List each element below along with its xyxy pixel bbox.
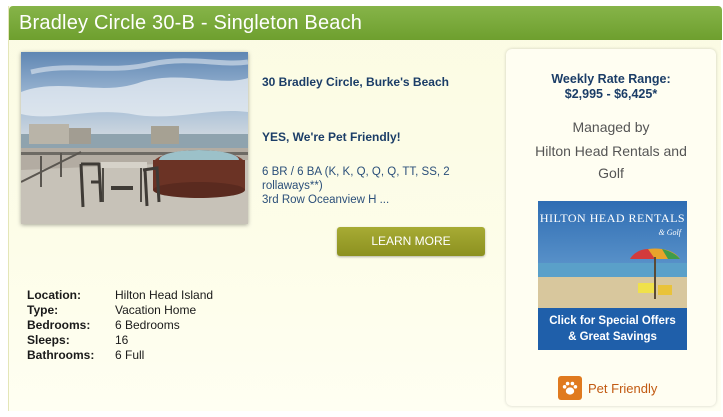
special-offers-ad[interactable]: HILTON HEAD RENTALS & Golf Click for Spe…: [538, 201, 687, 350]
pet-friendly-label: Pet Friendly: [588, 380, 658, 396]
ad-cta-line: & Great Savings: [568, 331, 657, 343]
rate-range-value: $2,995 - $6,425*: [564, 87, 658, 101]
property-address: 30 Bradley Circle, Burke's Beach: [262, 75, 449, 89]
ad-brand-sub: & Golf: [658, 228, 681, 237]
listing-title[interactable]: Bradley Circle 30-B - Singleton Beach: [19, 12, 362, 35]
detail-value: 6 Full: [115, 348, 145, 362]
detail-value: 6 Bedrooms: [115, 318, 180, 332]
pet-friendly-notice: YES, We're Pet Friendly!: [262, 130, 401, 144]
pet-friendly-link[interactable]: Pet Friendly: [558, 376, 657, 400]
property-details: Location: Hilton Head Island Type: Vacatio…: [27, 288, 213, 363]
detail-row-location: Location: Hilton Head Island: [27, 288, 213, 303]
property-photo[interactable]: [21, 52, 248, 224]
detail-label: Location:: [27, 288, 81, 302]
detail-row-type: Type: Vacation Home: [27, 303, 213, 318]
manager-name-line: Golf: [598, 165, 624, 181]
description-line: 3rd Row Oceanview H ...: [262, 194, 390, 206]
description-line: rollaways**): [262, 180, 323, 192]
detail-label: Bedrooms:: [27, 318, 91, 332]
ad-brand-name: HILTON HEAD RENTALS: [539, 211, 686, 225]
detail-label: Sleeps:: [27, 333, 70, 347]
manager-name: Hilton Head Rentals and Golf: [506, 140, 716, 184]
detail-row-bathrooms: Bathrooms: 6 Full: [27, 348, 213, 363]
detail-value: Hilton Head Island: [115, 288, 214, 302]
rate-range-title: Weekly Rate Range:: [551, 72, 671, 86]
listing-card: Bradley Circle 30-B - Singleton Beach 30…: [8, 6, 722, 411]
title-bar: Bradley Circle 30-B - Singleton Beach: [9, 6, 722, 40]
rooftop-deck-image: [21, 52, 248, 224]
property-description: 6 BR / 6 BA (K, K, Q, Q, Q, TT, SS, 2 ro…: [262, 165, 498, 207]
rate-sidebar: Weekly Rate Range: $2,995 - $6,425* Mana…: [506, 49, 716, 406]
manager-name-line: Hilton Head Rentals and: [535, 143, 687, 159]
detail-value: 16: [115, 333, 129, 347]
detail-row-bedrooms: Bedrooms: 6 Bedrooms: [27, 318, 213, 333]
detail-label: Bathrooms:: [27, 348, 95, 362]
detail-value: Vacation Home: [115, 303, 197, 317]
detail-label: Type:: [27, 303, 59, 317]
ad-cta[interactable]: Click for Special Offers & Great Savings: [538, 308, 687, 350]
ad-cta-line: Click for Special Offers: [549, 315, 676, 327]
detail-row-sleeps: Sleeps: 16: [27, 333, 213, 348]
description-line: 6 BR / 6 BA (K, K, Q, Q, Q, TT, SS, 2: [262, 166, 450, 178]
managed-by-label: Managed by: [572, 119, 650, 135]
paw-icon: [558, 376, 582, 400]
learn-more-button[interactable]: LEARN MORE: [337, 227, 485, 256]
